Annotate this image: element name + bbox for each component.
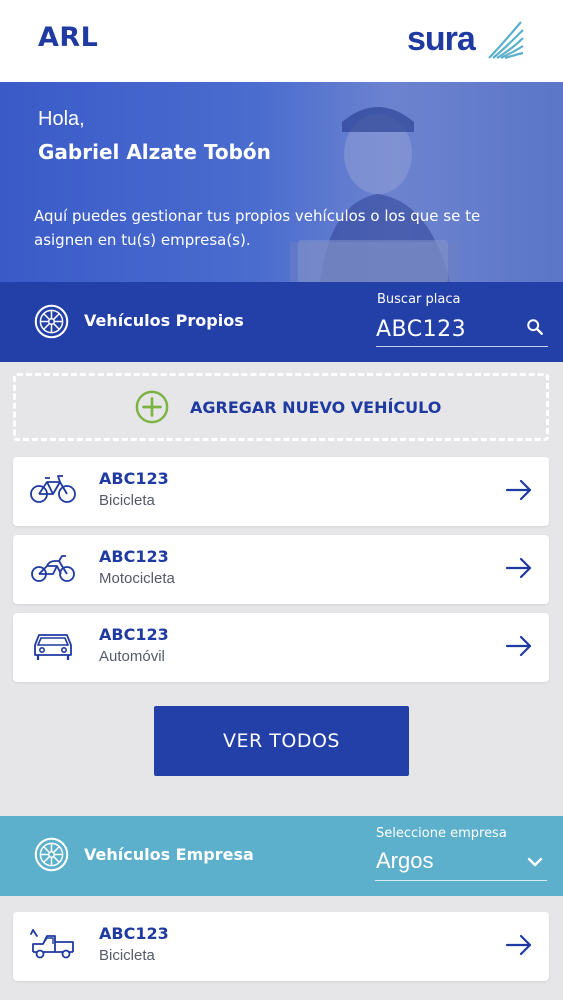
user-name: Gabriel Alzate Tobón xyxy=(38,140,271,164)
see-all-button[interactable]: VER TODOS xyxy=(154,706,409,776)
arrow-right-icon[interactable] xyxy=(505,934,533,956)
brand-name: sura xyxy=(407,20,476,58)
motorcycle-icon xyxy=(31,555,75,582)
vehicle-type: Bicicleta xyxy=(99,492,155,509)
vehicle-card-car[interactable]: ABC123 Automóvil xyxy=(13,613,549,682)
vehicle-card-motorcycle[interactable]: ABC123 Motocicleta xyxy=(13,535,549,604)
company-vehicles-header: Vehículos Empresa Seleccione empresa Arg… xyxy=(0,816,563,896)
welcome-description: Aquí puedes gestionar tus propios vehícu… xyxy=(34,207,481,249)
top-bar: ARL sura xyxy=(0,0,563,82)
greeting-text: Hola, xyxy=(38,108,85,130)
own-vehicles-title: Vehículos Propios xyxy=(84,311,244,330)
company-select-value: Argos xyxy=(376,848,434,873)
sura-logo: sura xyxy=(407,16,525,64)
company-vehicles-title: Vehículos Empresa xyxy=(84,845,254,864)
vehicle-type: Bicicleta xyxy=(99,947,155,964)
vehicle-plate: ABC123 xyxy=(99,625,169,644)
car-icon xyxy=(34,634,72,660)
tow-truck-icon xyxy=(30,929,74,959)
app-title: ARL xyxy=(38,22,99,53)
vehicle-plate: ABC123 xyxy=(99,924,169,943)
arrow-right-icon[interactable] xyxy=(505,635,533,657)
company-select[interactable]: Argos xyxy=(375,846,547,881)
plus-circle-icon xyxy=(135,390,169,424)
add-vehicle-label: AGREGAR NUEVO VEHÍCULO xyxy=(190,398,442,417)
vehicle-card-bicycle[interactable]: ABC123 Bicicleta xyxy=(13,457,549,526)
vehicle-type: Motocicleta xyxy=(99,570,175,587)
add-vehicle-button[interactable]: AGREGAR NUEVO VEHÍCULO xyxy=(13,373,549,441)
company-vehicle-card[interactable]: ABC123 Bicicleta xyxy=(13,912,549,981)
wheel-icon xyxy=(34,304,69,339)
sura-wings-icon xyxy=(488,21,524,60)
search-caption: Buscar placa xyxy=(377,292,461,307)
vehicle-plate: ABC123 xyxy=(99,469,169,488)
plate-search xyxy=(376,312,548,347)
search-icon[interactable] xyxy=(526,318,544,336)
wheel-icon xyxy=(34,837,69,872)
vehicle-plate: ABC123 xyxy=(99,547,169,566)
bicycle-icon xyxy=(30,475,76,503)
company-select-caption: Seleccione empresa xyxy=(376,826,507,841)
own-vehicles-header: Vehículos Propios Buscar placa xyxy=(0,282,563,362)
chevron-down-icon xyxy=(527,857,543,867)
plate-search-input[interactable] xyxy=(376,314,516,344)
worker-photo xyxy=(290,107,460,282)
arrow-right-icon[interactable] xyxy=(505,479,533,501)
welcome-banner: Hola, Gabriel Alzate Tobón Aquí puedes g… xyxy=(0,82,563,282)
vehicle-type: Automóvil xyxy=(99,648,165,665)
arrow-right-icon[interactable] xyxy=(505,557,533,579)
